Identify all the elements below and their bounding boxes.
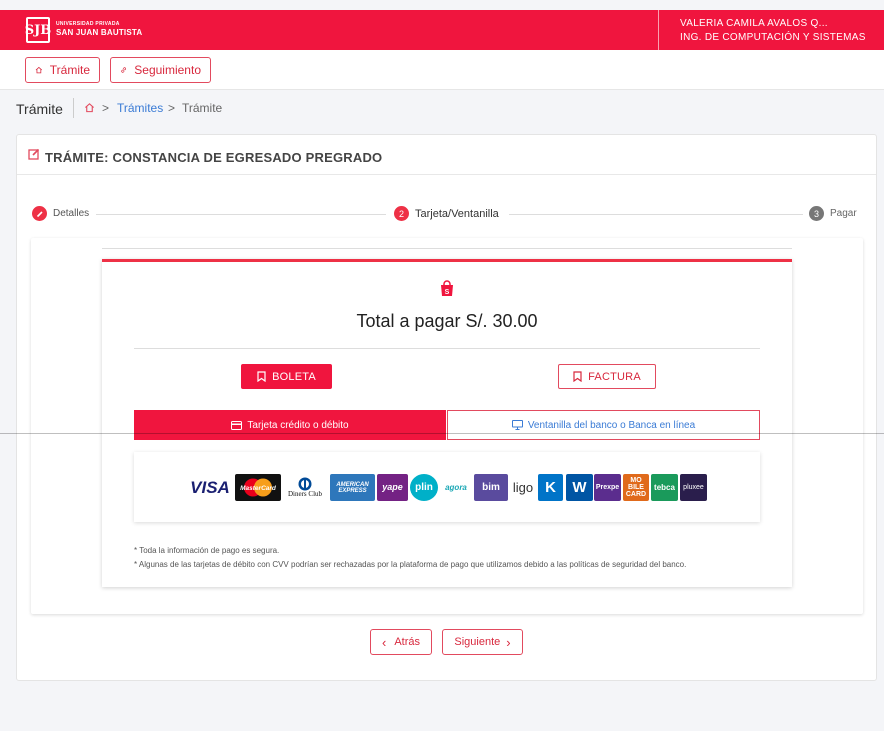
step-pagar[interactable]: 3 Pagar — [809, 206, 857, 221]
logo-subtitle: UNIVERSIDAD PRIVADA — [56, 21, 120, 27]
amex-logo: AMERICAN EXPRESS — [330, 474, 375, 501]
kontigo-logo: K — [538, 474, 563, 501]
overlay-line — [0, 433, 884, 434]
mastercard-logo: MasterCard — [235, 474, 281, 501]
page-title: Trámite — [16, 101, 63, 117]
step-label: Detalles — [53, 208, 90, 219]
credit-card-icon — [231, 420, 243, 430]
university-logo: SJB — [25, 17, 51, 43]
seguimiento-nav-label: Seguimiento — [134, 63, 201, 77]
link-icon — [121, 67, 127, 73]
stepper-connector — [509, 214, 803, 215]
user-program: ING. DE COMPUTACIÓN Y SISTEMAS — [680, 32, 866, 43]
boleta-button[interactable]: BOLETA — [241, 364, 332, 389]
step-number: 2 — [394, 206, 409, 221]
bookmark-icon — [257, 371, 266, 382]
bookmark-icon — [573, 371, 582, 382]
svg-text:S: S — [445, 289, 450, 296]
shopping-bag-icon: S — [441, 280, 453, 296]
nav-bar: Trámite Seguimiento — [0, 50, 884, 90]
plin-logo: plin — [410, 474, 438, 501]
tab-tarjeta[interactable]: Tarjeta crédito o débito — [134, 410, 446, 440]
bim-logo: bim — [474, 474, 508, 501]
mastercard-text: MasterCard — [240, 485, 277, 492]
chevron-right-icon: › — [506, 634, 511, 650]
step-detalles[interactable]: Detalles — [32, 206, 89, 221]
agora-logo: agora — [445, 482, 467, 492]
factura-button[interactable]: FACTURA — [558, 364, 656, 389]
top-header: SJB UNIVERSIDAD PRIVADA SAN JUAN BAUTIST… — [0, 10, 884, 50]
payment-divider — [134, 348, 760, 349]
step-label: Pagar — [830, 208, 857, 219]
security-note: * Toda la información de pago es segura. — [134, 546, 280, 555]
tab-ventanilla[interactable]: Ventanilla del banco o Banca en línea — [447, 410, 760, 440]
chevron-right-icon: > — [102, 101, 110, 115]
mobile-card-logo: MO BILE CARD — [623, 474, 649, 501]
edit-icon — [28, 148, 40, 160]
content-divider — [102, 248, 792, 249]
breadcrumb-tramites-link[interactable]: Trámites — [117, 101, 163, 115]
step-number: 3 — [809, 206, 824, 221]
step-label: Tarjeta/Ventanilla — [415, 207, 499, 220]
seguimiento-nav-button[interactable]: Seguimiento — [110, 57, 211, 83]
yape-logo: yape — [377, 474, 408, 501]
card-title: TRÁMITE: CONSTANCIA DE EGRESADO PREGRADO — [45, 150, 383, 165]
step-tarjeta-ventanilla[interactable]: 2 Tarjeta/Ventanilla — [394, 206, 499, 221]
tramite-nav-label: Trámite — [49, 63, 90, 77]
breadcrumb-home-icon[interactable] — [84, 102, 95, 113]
diners-club-logo: Diners Club — [284, 474, 326, 501]
ligo-logo: ligo — [512, 480, 534, 495]
total-amount: Total a pagar S/. 30.00 — [356, 311, 538, 331]
home-icon — [35, 66, 43, 74]
tebca-logo: tebca — [651, 474, 678, 501]
stepper-connector — [96, 214, 386, 215]
breadcrumb-divider — [73, 98, 74, 118]
chevron-right-icon: > — [168, 101, 176, 115]
card-header: TRÁMITE: CONSTANCIA DE EGRESADO PREGRADO — [17, 135, 876, 175]
prexpe-logo: Prexpe — [594, 474, 621, 501]
monitor-icon — [511, 420, 523, 430]
user-name[interactable]: VALERIA CAMILA AVALOS Q... — [680, 18, 828, 29]
wallet-logo: W — [566, 474, 593, 501]
logo-title: SAN JUAN BAUTISTA — [56, 28, 143, 37]
next-button[interactable]: Siguiente › — [442, 629, 523, 655]
debit-note: * Algunas de las tarjetas de débito con … — [134, 560, 687, 569]
header-divider — [658, 10, 659, 50]
tramite-nav-button[interactable]: Trámite — [25, 57, 100, 83]
pluxee-logo: pluxee — [680, 474, 707, 501]
visa-logo: VISA — [190, 478, 230, 497]
pencil-icon — [32, 206, 47, 221]
chevron-left-icon: ‹ — [381, 634, 387, 650]
back-button[interactable]: ‹ Atrás — [370, 629, 432, 655]
breadcrumb-current: Trámite — [182, 101, 223, 115]
